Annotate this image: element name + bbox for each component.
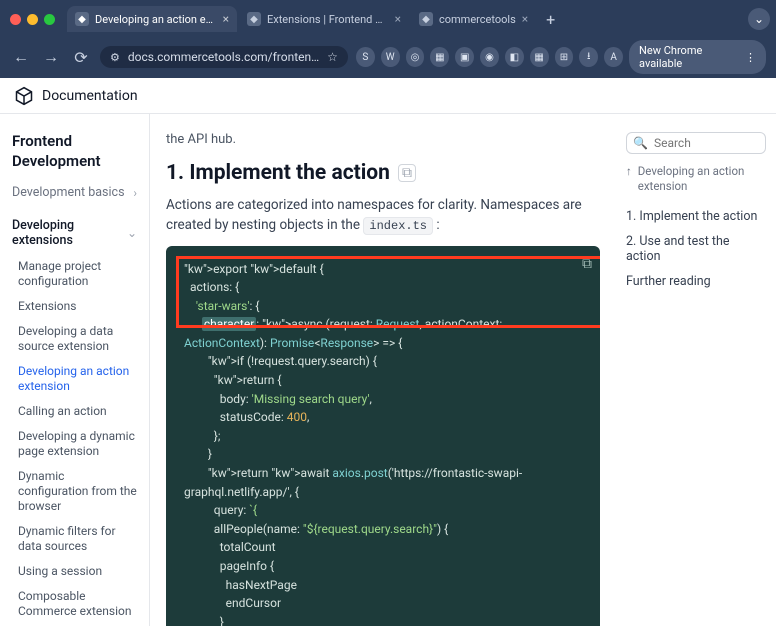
tab-title: Developing an action extension xyxy=(95,13,217,26)
code-line: } xyxy=(184,613,586,626)
code-line: graphql.netlify.app/', { xyxy=(184,483,586,502)
back-icon[interactable]: ← xyxy=(10,47,32,67)
tab-title: Extensions | Frontend Develo xyxy=(267,13,389,26)
close-tab-icon[interactable]: × xyxy=(223,12,229,26)
arrow-up-icon: ↑ xyxy=(626,164,632,194)
ext-icon[interactable]: ◧ xyxy=(505,47,524,67)
address-bar[interactable]: ⚙ docs.commercetools.com/fronten… ☆ xyxy=(100,46,348,68)
extensions-icon[interactable]: ⊞ xyxy=(555,47,574,67)
download-icon[interactable]: ⭳ xyxy=(579,47,598,67)
code-line: 'star-wars': { xyxy=(184,297,586,316)
sidebar-section-extensions[interactable]: Developing extensions ⌄ xyxy=(12,218,137,248)
code-block[interactable]: ⧉ "kw">export "kw">default { actions: { … xyxy=(166,246,600,626)
logo-icon xyxy=(14,86,34,106)
close-window-icon[interactable] xyxy=(10,14,21,25)
code-line: endCursor xyxy=(184,594,586,613)
sidebar-item[interactable]: Extensions xyxy=(12,294,137,319)
code-line: "kw">return "kw">await axios.post('https… xyxy=(184,464,586,483)
sidebar-item[interactable]: Manage project configuration xyxy=(12,254,137,294)
tab-title: commercetools xyxy=(439,13,516,26)
close-tab-icon[interactable]: × xyxy=(395,12,401,26)
browser-tab-0[interactable]: ◆ Developing an action extension × xyxy=(67,6,237,32)
tab-strip: ◆ Developing an action extension × ◆ Ext… xyxy=(0,0,776,34)
toc-item[interactable]: Further reading xyxy=(626,269,766,294)
code-line: actions: { xyxy=(184,278,586,297)
doc-topbar: Documentation xyxy=(0,78,776,114)
sidebar-item[interactable]: Developing a data source extension xyxy=(12,319,137,359)
sidebar: Frontend Development Development basics … xyxy=(0,82,150,626)
code-line: "kw">return { xyxy=(184,371,586,390)
code-line: "kw">export "kw">default { xyxy=(184,260,586,279)
search-icon: 🔍 xyxy=(633,136,648,150)
new-chrome-button[interactable]: New Chrome available⋮ xyxy=(629,40,766,74)
favicon-icon: ◆ xyxy=(75,12,89,26)
toc-item[interactable]: 1. Implement the action xyxy=(626,204,766,229)
profile-icon[interactable]: A xyxy=(604,47,623,67)
code-line: character: "kw">async (request: Request,… xyxy=(184,315,586,334)
sidebar-item[interactable]: Calling an action xyxy=(12,399,137,424)
address-bar-row: ← → ⟳ ⚙ docs.commercetools.com/fronten… … xyxy=(0,34,776,82)
sidebar-item[interactable]: Developing an action extension xyxy=(12,359,137,399)
code-line: } xyxy=(184,445,586,464)
toc: 🔍 ⌘ ↑ Developing an action extension 1. … xyxy=(616,82,776,626)
topbar-title: Documentation xyxy=(42,88,138,104)
sidebar-section-basics[interactable]: Development basics › xyxy=(12,185,137,200)
sidebar-item[interactable]: Using a session xyxy=(12,559,137,584)
code-line: ActionContext): Promise<Response> => { xyxy=(184,334,586,353)
browser-tab-2[interactable]: ◆ commercetools × xyxy=(411,6,536,32)
url-text: docs.commercetools.com/fronten… xyxy=(128,50,319,64)
prev-paragraph-tail: the API hub. xyxy=(166,132,600,147)
ext-icon[interactable]: ◉ xyxy=(480,47,499,67)
code-line: allPeople(name: "${request.query.search}… xyxy=(184,520,586,539)
ext-icon[interactable]: ◎ xyxy=(406,47,425,67)
inline-code: index.ts xyxy=(363,217,433,235)
code-line: pageInfo { xyxy=(184,557,586,576)
minimize-window-icon[interactable] xyxy=(27,14,38,25)
sidebar-item[interactable]: Dynamic filters for data sources xyxy=(12,519,137,559)
ext-icon[interactable]: ▦ xyxy=(530,47,549,67)
code-line: statusCode: 400, xyxy=(184,408,586,427)
bookmark-icon[interactable]: ☆ xyxy=(327,50,338,64)
ext-icon[interactable]: ▦ xyxy=(430,47,449,67)
ext-icon[interactable]: ▣ xyxy=(455,47,474,67)
chevron-down-icon[interactable]: ⌄ xyxy=(748,8,770,30)
search-input[interactable] xyxy=(654,136,776,150)
intro-paragraph: Actions are categorized into namespaces … xyxy=(166,195,600,236)
browser-tab-1[interactable]: ◆ Extensions | Frontend Develo × xyxy=(239,6,409,32)
code-line: hasNextPage xyxy=(184,576,586,595)
sidebar-item[interactable]: Dynamic configuration from the browser xyxy=(12,464,137,519)
code-line: "kw">if (!request.query.search) { xyxy=(184,352,586,371)
toc-parent-link[interactable]: ↑ Developing an action extension xyxy=(626,164,766,194)
copy-link-icon[interactable]: ⧉ xyxy=(398,164,416,182)
sidebar-item[interactable]: Composable Commerce extension xyxy=(12,584,137,624)
sidebar-item[interactable]: Developing a dynamic page extension xyxy=(12,424,137,464)
sidebar-heading: Frontend Development xyxy=(12,132,137,171)
copy-code-icon[interactable]: ⧉ xyxy=(582,254,592,276)
favicon-icon: ◆ xyxy=(247,12,261,26)
search-box[interactable]: 🔍 ⌘ xyxy=(626,132,766,154)
page-body: Frontend Development Development basics … xyxy=(0,82,776,626)
reload-icon[interactable]: ⟳ xyxy=(70,48,92,67)
ext-icon[interactable]: W xyxy=(381,47,400,67)
new-tab-button[interactable]: + xyxy=(538,10,563,29)
window-controls[interactable] xyxy=(10,14,55,25)
code-line: query: `{ xyxy=(184,501,586,520)
code-line: }; xyxy=(184,427,586,446)
ext-icon[interactable]: S xyxy=(356,47,375,67)
code-line: totalCount xyxy=(184,538,586,557)
code-line: body: 'Missing search query', xyxy=(184,390,586,409)
main-content: the API hub. 1. Implement the action ⧉ A… xyxy=(150,82,616,626)
chevron-right-icon: › xyxy=(133,186,137,200)
toc-item[interactable]: 2. Use and test the action xyxy=(626,229,766,269)
favicon-icon: ◆ xyxy=(419,12,433,26)
site-settings-icon[interactable]: ⚙ xyxy=(110,51,120,64)
close-tab-icon[interactable]: × xyxy=(522,12,528,26)
maximize-window-icon[interactable] xyxy=(44,14,55,25)
page-heading: 1. Implement the action xyxy=(166,161,390,185)
forward-icon[interactable]: → xyxy=(40,47,62,67)
browser-chrome: ◆ Developing an action extension × ◆ Ext… xyxy=(0,0,776,82)
chevron-down-icon: ⌄ xyxy=(127,226,137,240)
